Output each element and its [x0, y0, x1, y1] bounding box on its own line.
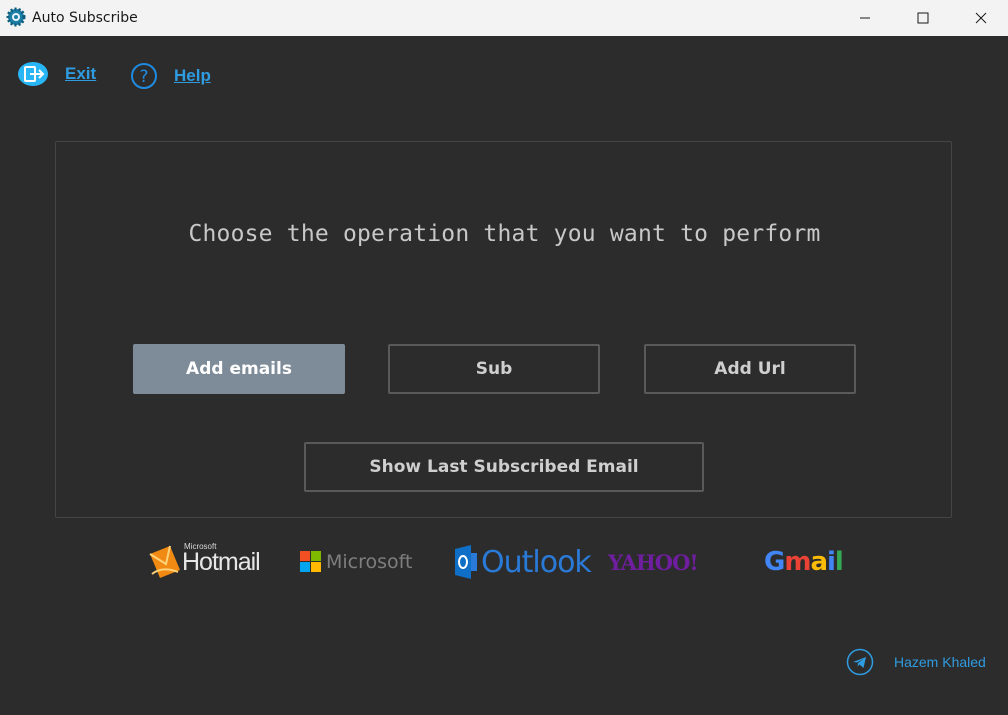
add-url-button[interactable]: Add Url [644, 344, 856, 394]
sub-button[interactable]: Sub [388, 344, 600, 394]
outlook-icon [455, 545, 477, 579]
gmail-letter-m: m [784, 547, 811, 577]
gmail-letter-l: l [834, 547, 844, 577]
hotmail-envelope-icon [149, 545, 180, 578]
maximize-icon [917, 12, 929, 24]
help-icon: ? [131, 63, 157, 89]
gmail-letter-i: i [826, 547, 836, 577]
microsoft-label: Microsoft [326, 551, 413, 573]
outlook-label: Outlook [481, 544, 592, 580]
microsoft-squares-icon [300, 551, 321, 572]
author-credit[interactable]: Hazem Khaled [846, 648, 986, 676]
gmail-letter-g: G [764, 547, 785, 577]
help-link[interactable]: ? Help [130, 62, 211, 90]
gmail-logo: G m a i l [764, 540, 844, 584]
maximize-button[interactable] [894, 0, 952, 36]
hotmail-label: Hotmail [182, 547, 261, 576]
outlook-logo: Outlook [455, 540, 592, 584]
show-last-subscribed-button[interactable]: Show Last Subscribed Email [304, 442, 704, 492]
yahoo-label: YAHOO! [608, 549, 699, 575]
yahoo-logo: YAHOO! [608, 540, 699, 584]
exit-icon [18, 62, 48, 86]
title-bar: Auto Subscribe [0, 0, 1008, 36]
microsoft-logo: Microsoft [300, 540, 412, 584]
svg-text:?: ? [139, 67, 148, 87]
help-link-label[interactable]: Help [174, 66, 211, 86]
telegram-icon [846, 648, 874, 676]
hotmail-microsoft-label: Microsoft [184, 542, 217, 551]
operation-heading: Choose the operation that you want to pe… [188, 221, 821, 247]
app-gear-icon [6, 7, 26, 27]
close-icon [975, 12, 987, 24]
close-button[interactable] [952, 0, 1008, 36]
author-name[interactable]: Hazem Khaled [894, 654, 986, 670]
window-title: Auto Subscribe [32, 10, 138, 26]
exit-link-label[interactable]: Exit [65, 64, 96, 84]
add-emails-button[interactable]: Add emails [133, 344, 345, 394]
operations-panel: Choose the operation that you want to pe… [55, 141, 952, 518]
exit-link[interactable]: Exit [18, 62, 96, 86]
gmail-letter-a: a [810, 547, 828, 577]
minimize-button[interactable] [836, 0, 894, 36]
hotmail-logo: Microsoft Hotmail [148, 540, 261, 584]
minimize-icon [860, 17, 870, 19]
